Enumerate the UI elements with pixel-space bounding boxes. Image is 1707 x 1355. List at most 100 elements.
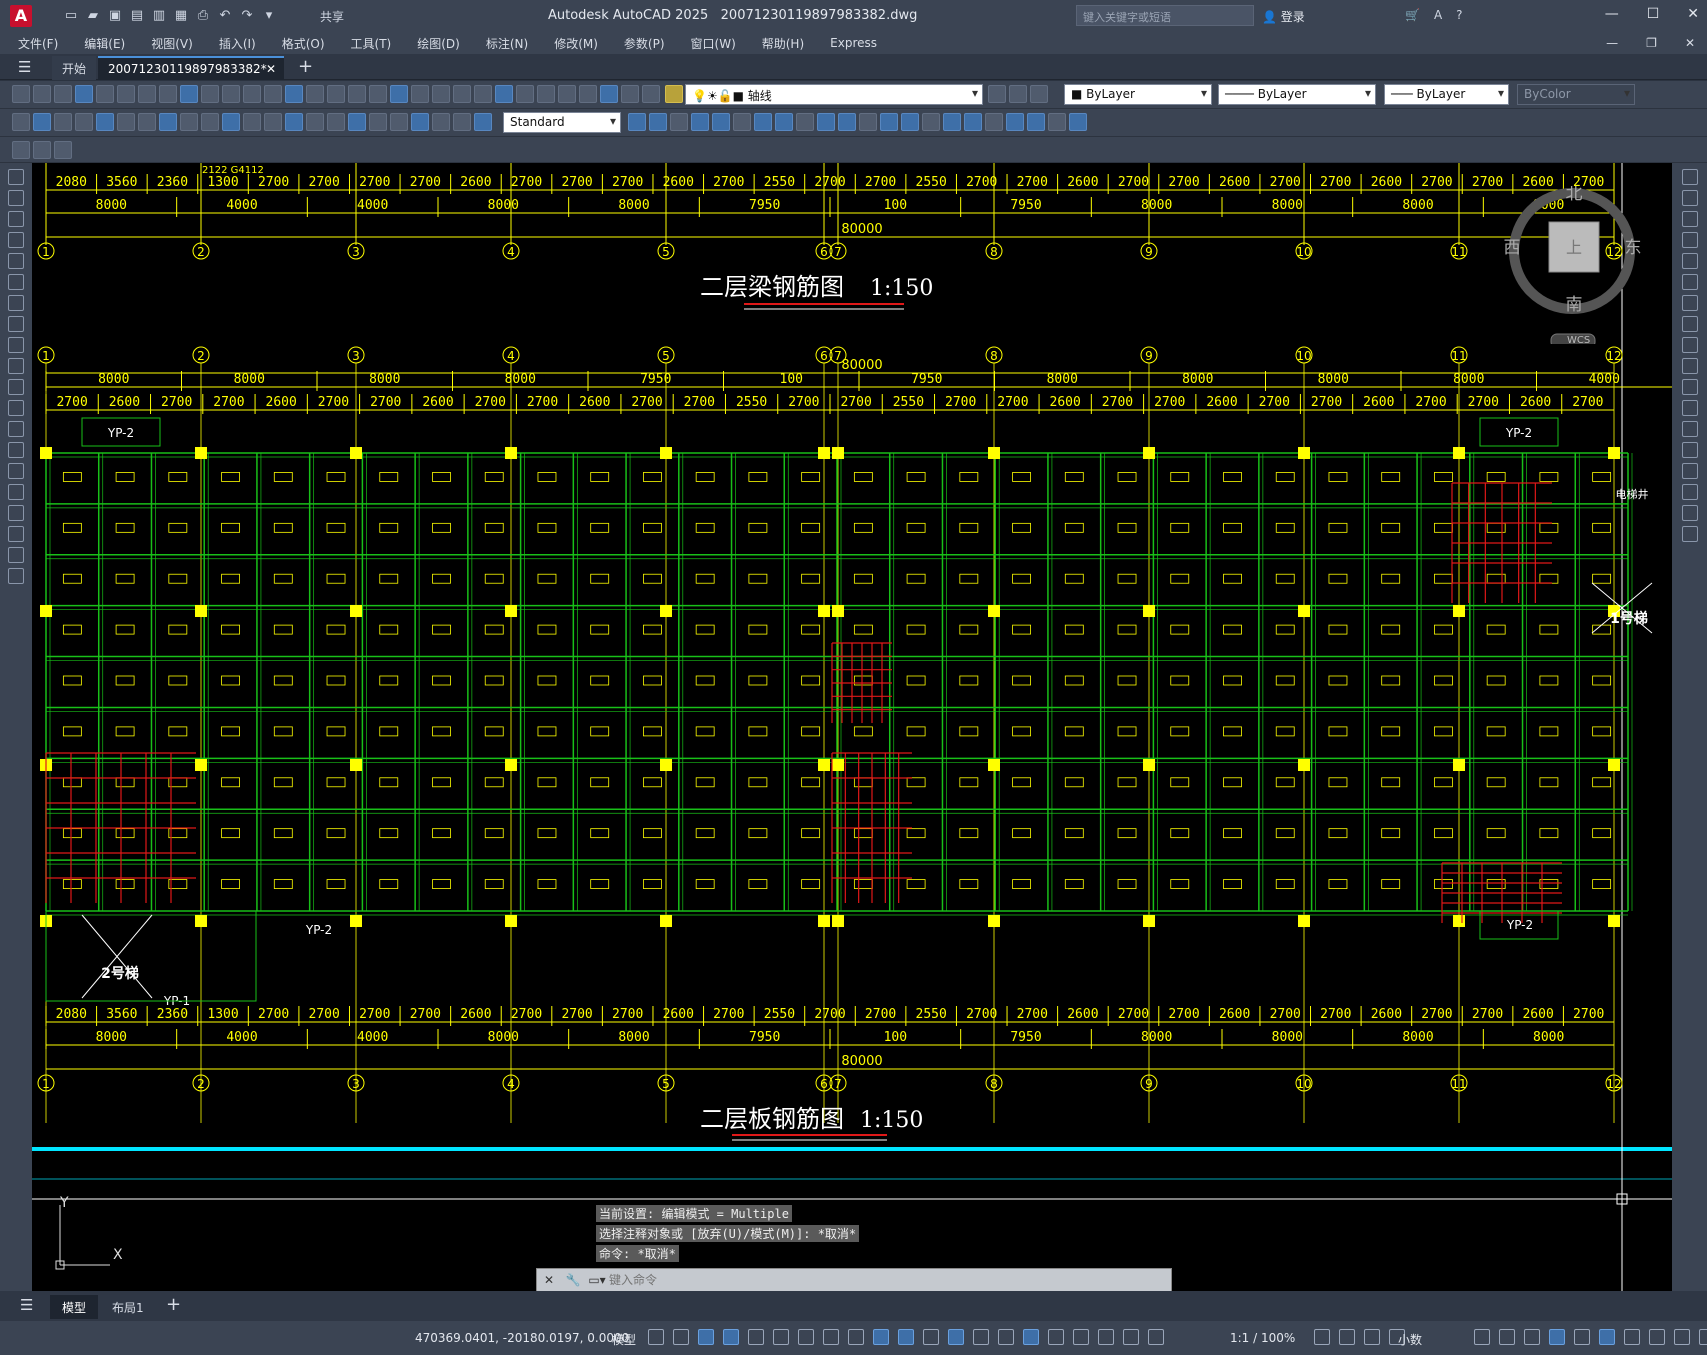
status-extra-1-icon[interactable]: [1474, 1329, 1490, 1345]
modify-tool-17-icon[interactable]: [964, 113, 982, 131]
new-tab-icon[interactable]: +: [298, 56, 313, 77]
modify-tool-12-icon[interactable]: [859, 113, 877, 131]
draw-tool-2-icon[interactable]: [8, 190, 24, 206]
status-toggle-9-icon[interactable]: [848, 1329, 864, 1345]
help-search-input[interactable]: 键入关键字或短语: [1076, 5, 1254, 26]
extra-tool-2-icon[interactable]: [33, 141, 51, 159]
modify-tool-2-icon[interactable]: [1681, 190, 1698, 206]
redo-icon[interactable]: ↷: [238, 7, 256, 25]
modify-tool-6-icon[interactable]: [733, 113, 751, 131]
doc-restore-icon[interactable]: ❐: [1646, 36, 1657, 50]
standard-tool-6-icon[interactable]: [117, 85, 135, 103]
dimension-tool-2-icon[interactable]: [33, 113, 51, 131]
dimension-tool-9-icon[interactable]: [180, 113, 198, 131]
standard-tool-5-icon[interactable]: [96, 85, 114, 103]
status-toggle-4-icon[interactable]: [723, 1329, 739, 1345]
dimension-tool-21-icon[interactable]: [432, 113, 450, 131]
menu-help[interactable]: 帮助(H): [762, 35, 804, 52]
status-toggle-2-icon[interactable]: [673, 1329, 689, 1345]
modify-tool-2-icon[interactable]: [649, 113, 667, 131]
standard-tool-28-icon[interactable]: [579, 85, 597, 103]
close-tab-icon[interactable]: ✕: [266, 62, 276, 76]
minimize-icon[interactable]: —: [1605, 6, 1619, 22]
autocad-logo[interactable]: A: [10, 5, 32, 27]
draw-tool-16-icon[interactable]: [8, 484, 24, 500]
add-layout-icon[interactable]: +: [166, 1294, 181, 1315]
save-icon[interactable]: ▣: [106, 7, 124, 25]
annotation-scale[interactable]: 1:1 / 100%: [1230, 1331, 1295, 1345]
modify-tool-11-icon[interactable]: [838, 113, 856, 131]
modify-tool-15-icon[interactable]: [922, 113, 940, 131]
draw-tool-6-icon[interactable]: [8, 274, 24, 290]
standard-tool-8-icon[interactable]: [159, 85, 177, 103]
status-extra-8-icon[interactable]: [1649, 1329, 1665, 1345]
status-extra-2-icon[interactable]: [1499, 1329, 1515, 1345]
draw-tool-9-icon[interactable]: [8, 337, 24, 353]
modify-tool-10-icon[interactable]: [1681, 358, 1698, 374]
status-toggle-15-icon[interactable]: [998, 1329, 1014, 1345]
modify-tool-6-icon[interactable]: [1681, 274, 1698, 290]
dimension-tool-15-icon[interactable]: [306, 113, 324, 131]
modify-tool-4-icon[interactable]: [1681, 232, 1698, 248]
dimension-tool-20-icon[interactable]: [411, 113, 429, 131]
status-toggle-8-icon[interactable]: [823, 1329, 839, 1345]
dimension-tool-8-icon[interactable]: [159, 113, 177, 131]
status-toggle-21-icon[interactable]: [1148, 1329, 1164, 1345]
dimension-tool-3-icon[interactable]: [54, 113, 72, 131]
menu-window[interactable]: 窗口(W): [691, 35, 736, 52]
modify-tool-22-icon[interactable]: [1069, 113, 1087, 131]
viewcube-east[interactable]: 东: [1625, 238, 1642, 258]
standard-tool-25-icon[interactable]: [516, 85, 534, 103]
modify-tool-4-icon[interactable]: [691, 113, 709, 131]
open-folder-icon[interactable]: ▰: [84, 7, 102, 25]
standard-tool-16-icon[interactable]: [327, 85, 345, 103]
maximize-icon[interactable]: ☐: [1647, 6, 1660, 22]
status-extra-10-icon[interactable]: [1699, 1329, 1707, 1345]
extra-tool-3-icon[interactable]: [54, 141, 72, 159]
dimension-tool-1-icon[interactable]: [12, 113, 30, 131]
tab-drawing[interactable]: 20071230119897983382* ✕: [98, 56, 284, 80]
dimension-tool-22-icon[interactable]: [453, 113, 471, 131]
status-toggle-10-icon[interactable]: [873, 1329, 889, 1345]
status-toggle-6-icon[interactable]: [773, 1329, 789, 1345]
dimension-tool-16-icon[interactable]: [327, 113, 345, 131]
modify-tool-17-icon[interactable]: [1681, 505, 1698, 521]
standard-tool-18-icon[interactable]: [369, 85, 387, 103]
standard-tool-11-icon[interactable]: [222, 85, 240, 103]
command-input[interactable]: [609, 1273, 1149, 1287]
dimension-tool-6-icon[interactable]: [117, 113, 135, 131]
menu-insert[interactable]: 插入(I): [219, 35, 256, 52]
drawing-canvas[interactable]: 2080 3560 2360 1300 2700 2700 2700 2700 2600 2700…: [32, 163, 1672, 1291]
menu-file[interactable]: 文件(F): [18, 35, 58, 52]
modify-tool-1-icon[interactable]: [628, 113, 646, 131]
draw-tool-15-icon[interactable]: [8, 463, 24, 479]
draw-tool-11-icon[interactable]: [8, 379, 24, 395]
standard-tool-21-icon[interactable]: [432, 85, 450, 103]
draw-tool-19-icon[interactable]: [8, 547, 24, 563]
modify-tool-20-icon[interactable]: [1027, 113, 1045, 131]
modify-tool-21-icon[interactable]: [1048, 113, 1066, 131]
lineweight-dropdown[interactable]: ─── ByLayer: [1384, 84, 1509, 105]
standard-tool-30-icon[interactable]: [621, 85, 639, 103]
modify-tool-1-icon[interactable]: [1681, 169, 1698, 185]
status-extra-3-icon[interactable]: [1524, 1329, 1540, 1345]
menu-parametric[interactable]: 参数(P): [624, 35, 665, 52]
workspace-toggle-2-icon[interactable]: [1339, 1329, 1355, 1345]
command-close-icon[interactable]: ✕: [537, 1273, 561, 1287]
modify-tool-11-icon[interactable]: [1681, 379, 1698, 395]
modify-tool-5-icon[interactable]: [1681, 253, 1698, 269]
tab-model[interactable]: 模型: [50, 1295, 99, 1319]
standard-tool-20-icon[interactable]: [411, 85, 429, 103]
draw-tool-20-icon[interactable]: [8, 568, 24, 584]
menu-draw[interactable]: 绘图(D): [417, 35, 460, 52]
status-toggle-20-icon[interactable]: [1123, 1329, 1139, 1345]
undo-icon[interactable]: ↶: [216, 7, 234, 25]
share-button[interactable]: 共享: [320, 8, 344, 25]
modify-tool-16-icon[interactable]: [943, 113, 961, 131]
dimension-tool-11-icon[interactable]: [222, 113, 240, 131]
status-toggle-18-icon[interactable]: [1073, 1329, 1089, 1345]
status-toggle-3-icon[interactable]: [698, 1329, 714, 1345]
dimension-tool-19-icon[interactable]: [390, 113, 408, 131]
standard-tool-10-icon[interactable]: [201, 85, 219, 103]
modify-tool-13-icon[interactable]: [1681, 421, 1698, 437]
